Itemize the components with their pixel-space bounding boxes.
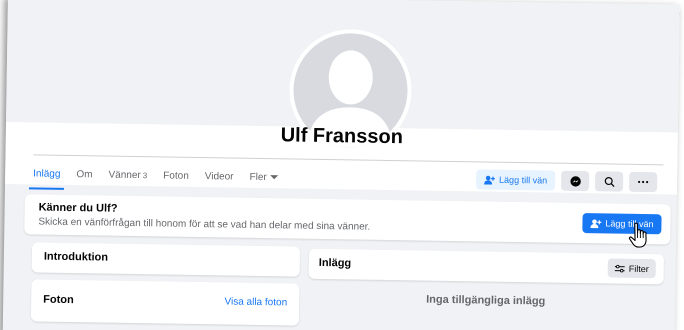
- photos-title: Foton: [43, 293, 74, 307]
- know-title: Känner du Ulf?: [38, 201, 118, 215]
- intro-card: Introduktion: [31, 242, 301, 277]
- message-button[interactable]: [560, 170, 590, 192]
- filter-button[interactable]: Filter: [607, 258, 656, 279]
- photos-card: Foton Visa alla foton: [30, 279, 300, 326]
- posts-card: Inlägg Filter: [308, 248, 664, 285]
- profile-actions: Lägg till vän: [475, 169, 658, 193]
- add-friend-icon: [484, 175, 495, 185]
- more-button[interactable]: [628, 171, 658, 193]
- tab-posts[interactable]: Inlägg: [33, 160, 61, 187]
- messenger-icon: [569, 175, 581, 187]
- add-friend-icon: [590, 218, 602, 228]
- tab-label: Foton: [163, 169, 189, 182]
- more-icon: [638, 180, 649, 184]
- know-subtitle: Skicka en vänförfrågan till honom för at…: [38, 216, 371, 233]
- intro-title: Introduktion: [43, 250, 109, 264]
- tab-label: Videor: [204, 170, 234, 183]
- see-all-photos-link[interactable]: Visa alla foton: [224, 296, 287, 308]
- tab-photos[interactable]: Foton: [163, 162, 189, 189]
- tab-label: Vänner: [108, 169, 141, 181]
- search-icon: [604, 176, 615, 187]
- filter-icon: [614, 264, 625, 272]
- add-friend-label: Lägg till vän: [499, 174, 548, 186]
- posts-title: Inlägg: [318, 256, 352, 270]
- tab-label: Inlägg: [33, 167, 61, 180]
- know-card: Känner du Ulf? Skicka en vänförfrågan ti…: [24, 194, 671, 245]
- tab-videos[interactable]: Videor: [205, 163, 234, 190]
- tab-friends[interactable]: Vänner 3: [108, 161, 147, 189]
- no-posts-message: Inga tillgängliga inlägg: [426, 293, 546, 308]
- profile-screenshot: Ulf Fransson Inlägg Om Vänner 3 Foton Vid…: [2, 0, 680, 330]
- hand-pointer-icon: [628, 222, 652, 253]
- profile-tabs: Inlägg Om Vänner 3 Foton Videor Fler: [33, 157, 294, 193]
- search-button[interactable]: [594, 171, 624, 192]
- chevron-down-icon: [269, 174, 278, 180]
- tab-label: Fler: [249, 171, 267, 183]
- tab-label: Om: [76, 168, 93, 180]
- friends-count: 3: [142, 170, 148, 180]
- add-friend-button[interactable]: Lägg till vän: [475, 169, 556, 191]
- tab-about[interactable]: Om: [76, 161, 93, 188]
- tab-more[interactable]: Fler: [249, 163, 278, 190]
- filter-label: Filter: [628, 263, 649, 274]
